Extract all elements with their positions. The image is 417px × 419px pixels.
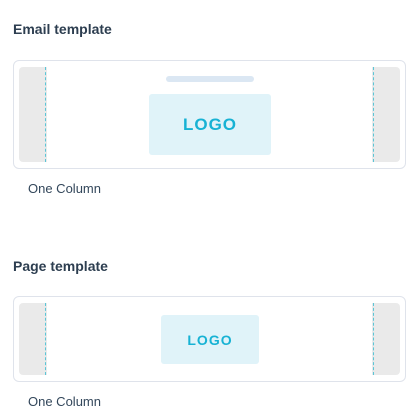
right-column-guide <box>373 67 374 162</box>
left-margin-area <box>19 67 47 162</box>
page-template-caption: One Column <box>28 394 101 409</box>
email-template-caption: One Column <box>28 181 101 196</box>
logo-placeholder: LOGO <box>161 315 259 364</box>
right-margin-area <box>372 67 400 162</box>
left-column-guide <box>45 67 46 162</box>
page-template-one-column-card[interactable]: LOGO <box>13 296 406 382</box>
left-column-guide <box>45 303 46 375</box>
email-template-heading: Email template <box>13 21 112 37</box>
logo-text: LOGO <box>182 114 238 134</box>
page-template-heading: Page template <box>13 258 108 274</box>
email-template-one-column-card[interactable]: LOGO <box>13 60 406 169</box>
right-column-guide <box>373 303 374 375</box>
logo-placeholder: LOGO <box>149 94 271 155</box>
logo-text: LOGO <box>187 331 233 348</box>
right-margin-area <box>372 303 400 375</box>
left-margin-area <box>19 303 47 375</box>
header-placeholder-bar <box>166 76 254 82</box>
